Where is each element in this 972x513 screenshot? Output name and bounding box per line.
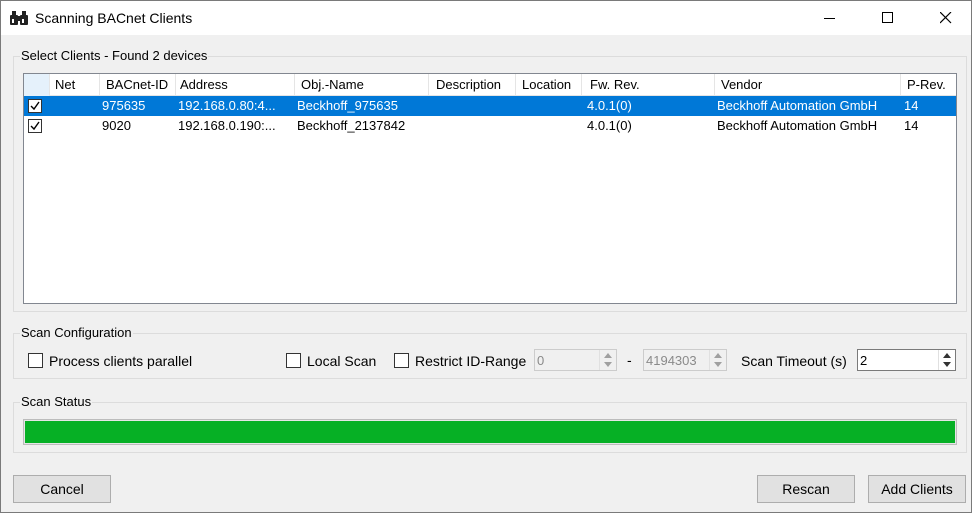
- range-separator: -: [627, 352, 632, 368]
- process-parallel-checkbox[interactable]: [28, 353, 43, 368]
- restrict-range-checkbox[interactable]: [394, 353, 409, 368]
- range-from-stepper[interactable]: 0: [534, 349, 617, 371]
- cell-bacnet-id: 975635: [102, 98, 146, 113]
- list-item[interactable]: 9020 192.168.0.190:... Beckhoff_2137842 …: [24, 116, 956, 136]
- list-header: Net BACnet-ID Address Obj.-Name Descript…: [24, 74, 956, 96]
- column-check[interactable]: [24, 74, 50, 96]
- cell-address: 192.168.0.80:4...: [178, 98, 276, 113]
- local-scan-label[interactable]: Local Scan: [307, 353, 376, 369]
- minimize-button[interactable]: [807, 1, 853, 35]
- close-icon: [940, 12, 952, 24]
- window-title: Scanning BACnet Clients: [35, 10, 193, 26]
- local-scan-checkbox[interactable]: [286, 353, 301, 368]
- chevron-up-icon: [943, 353, 951, 358]
- scan-status-label: Scan Status: [20, 394, 93, 409]
- column-fw-rev[interactable]: Fw. Rev.: [582, 74, 715, 96]
- scan-progress-fill: [25, 421, 955, 443]
- chevron-up-icon: [714, 353, 722, 358]
- scan-progress-bar: [23, 419, 957, 445]
- cell-fw-rev: 4.0.1(0): [587, 118, 632, 133]
- scan-timeout-value[interactable]: 2: [860, 353, 867, 368]
- cell-vendor: Beckhoff Automation GmbH: [717, 98, 878, 113]
- chevron-down-icon: [943, 362, 951, 367]
- range-from-value: 0: [537, 353, 545, 368]
- column-net[interactable]: Net: [50, 74, 100, 96]
- range-to-arrows[interactable]: [709, 350, 726, 370]
- cell-address: 192.168.0.190:...: [178, 118, 276, 133]
- column-description[interactable]: Description: [429, 74, 516, 96]
- cell-p-rev: 14: [904, 118, 919, 133]
- range-from-arrows[interactable]: [599, 350, 616, 370]
- scan-timeout-stepper[interactable]: 2: [857, 349, 956, 371]
- column-obj-name[interactable]: Obj.-Name: [295, 74, 429, 96]
- title-bar[interactable]: Scanning BACnet Clients: [1, 1, 971, 35]
- cell-obj-name: Beckhoff_2137842: [297, 118, 406, 133]
- scan-timeout-label: Scan Timeout (s): [741, 353, 847, 369]
- rescan-button[interactable]: Rescan: [757, 475, 855, 503]
- select-clients-label: Select Clients - Found 2 devices: [20, 48, 209, 63]
- scan-timeout-arrows[interactable]: [938, 350, 955, 370]
- chevron-up-icon: [604, 353, 612, 358]
- scan-config-label: Scan Configuration: [20, 325, 133, 340]
- column-location[interactable]: Location: [516, 74, 582, 96]
- binoculars-icon: [10, 10, 28, 26]
- row-checkbox[interactable]: [28, 99, 42, 113]
- range-to-stepper[interactable]: 4194303: [643, 349, 727, 371]
- chevron-down-icon: [604, 362, 612, 367]
- clients-list[interactable]: Net BACnet-ID Address Obj.-Name Descript…: [23, 73, 957, 304]
- list-item[interactable]: 975635 192.168.0.80:4... Beckhoff_975635…: [24, 96, 956, 116]
- cancel-button[interactable]: Cancel: [13, 475, 111, 503]
- close-button[interactable]: [923, 1, 969, 35]
- cell-bacnet-id: 9020: [102, 118, 131, 133]
- cell-obj-name: Beckhoff_975635: [297, 98, 398, 113]
- maximize-icon: [882, 12, 893, 23]
- minimize-icon: [824, 18, 835, 19]
- row-checkbox[interactable]: [28, 119, 42, 133]
- column-vendor[interactable]: Vendor: [715, 74, 901, 96]
- checkmark-icon: [30, 101, 40, 111]
- restrict-range-label[interactable]: Restrict ID-Range: [415, 353, 526, 369]
- column-address[interactable]: Address: [176, 74, 295, 96]
- column-bacnet-id[interactable]: BACnet-ID: [100, 74, 176, 96]
- add-clients-button[interactable]: Add Clients: [868, 475, 966, 503]
- range-to-value: 4194303: [646, 353, 697, 368]
- scan-dialog-window: Scanning BACnet Clients Select Clients -…: [0, 0, 972, 513]
- cell-p-rev: 14: [904, 98, 919, 113]
- checkmark-icon: [30, 121, 40, 131]
- column-p-rev[interactable]: P-Rev.: [901, 74, 956, 96]
- process-parallel-label[interactable]: Process clients parallel: [49, 353, 192, 369]
- maximize-button[interactable]: [865, 1, 911, 35]
- cell-fw-rev: 4.0.1(0): [587, 98, 632, 113]
- chevron-down-icon: [714, 362, 722, 367]
- cell-vendor: Beckhoff Automation GmbH: [717, 118, 878, 133]
